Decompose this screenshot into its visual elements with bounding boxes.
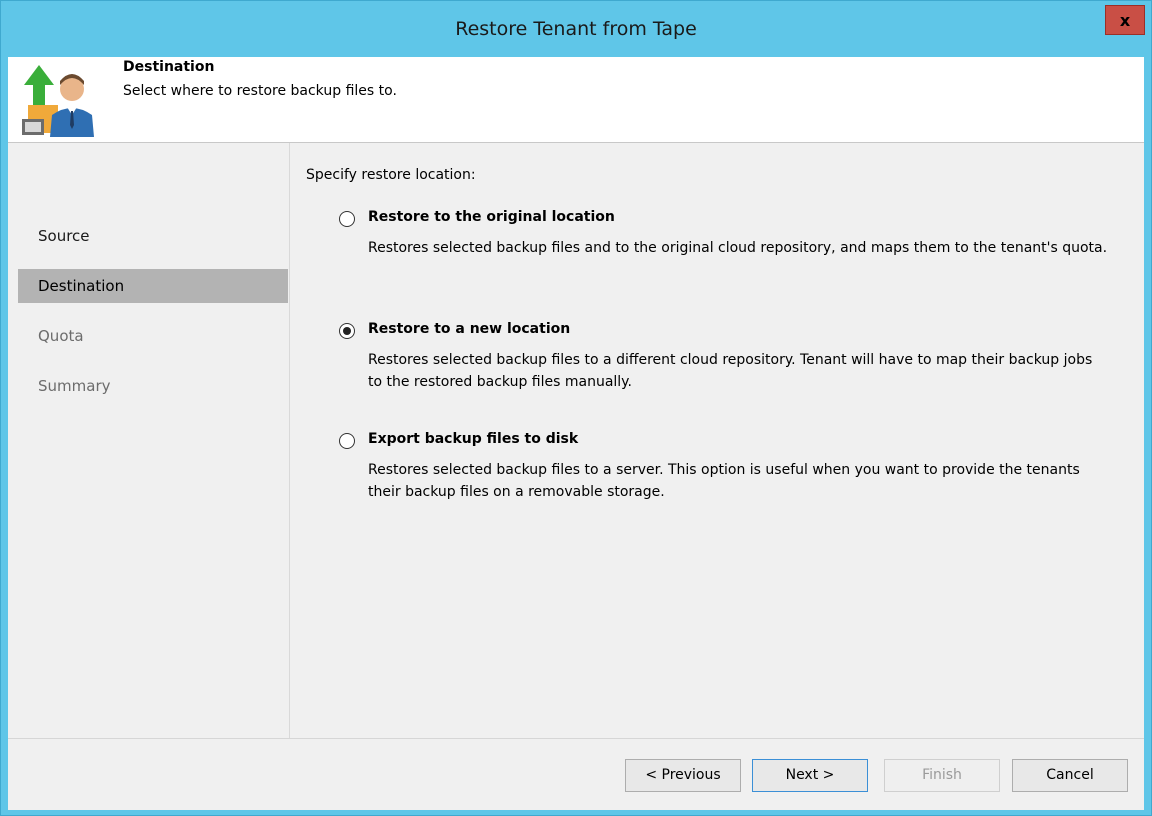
export-to-disk-description: Restores selected backup files to a serv… — [368, 462, 1080, 500]
wizard-body: Destination Select where to restore back… — [8, 57, 1144, 810]
new-location-radio[interactable] — [339, 323, 355, 339]
wizard-window: Restore Tenant from Tape x Destination S… — [0, 0, 1152, 816]
cancel-button[interactable]: Cancel — [1012, 759, 1128, 792]
new-location-description: Restores selected backup files to a diff… — [368, 352, 1093, 390]
export-to-disk-radio[interactable] — [339, 433, 355, 449]
step-title: Destination — [123, 59, 215, 75]
new-location-label[interactable]: Restore to a new location — [368, 321, 570, 337]
restore-tenant-icon — [22, 65, 94, 137]
close-icon: x — [1119, 10, 1131, 30]
previous-button[interactable]: < Previous — [625, 759, 741, 792]
finish-button: Finish — [884, 759, 1000, 792]
wizard-footer: < Previous Next > Finish Cancel — [8, 738, 1144, 810]
sidebar-item-quota: Quota — [38, 327, 84, 345]
wizard-steps-sidebar: Source Destination Quota Summary — [8, 143, 290, 738]
original-location-description: Restores selected backup files and to th… — [368, 240, 1108, 256]
next-button[interactable]: Next > — [752, 759, 868, 792]
destination-panel: Specify restore location: Restore to the… — [290, 143, 1144, 738]
sidebar-item-destination[interactable]: Destination — [18, 269, 288, 303]
wizard-header: Destination Select where to restore back… — [8, 57, 1144, 143]
step-subtitle: Select where to restore backup files to. — [123, 83, 397, 99]
sidebar-item-source[interactable]: Source — [18, 219, 288, 253]
close-button[interactable]: x — [1105, 5, 1145, 35]
original-location-radio[interactable] — [339, 211, 355, 227]
export-to-disk-label[interactable]: Export backup files to disk — [368, 431, 578, 447]
title-bar[interactable]: Restore Tenant from Tape x — [1, 1, 1151, 57]
restore-location-prompt: Specify restore location: — [306, 167, 476, 183]
window-title: Restore Tenant from Tape — [455, 18, 697, 40]
original-location-label[interactable]: Restore to the original location — [368, 209, 615, 225]
sidebar-item-summary: Summary — [38, 377, 111, 395]
